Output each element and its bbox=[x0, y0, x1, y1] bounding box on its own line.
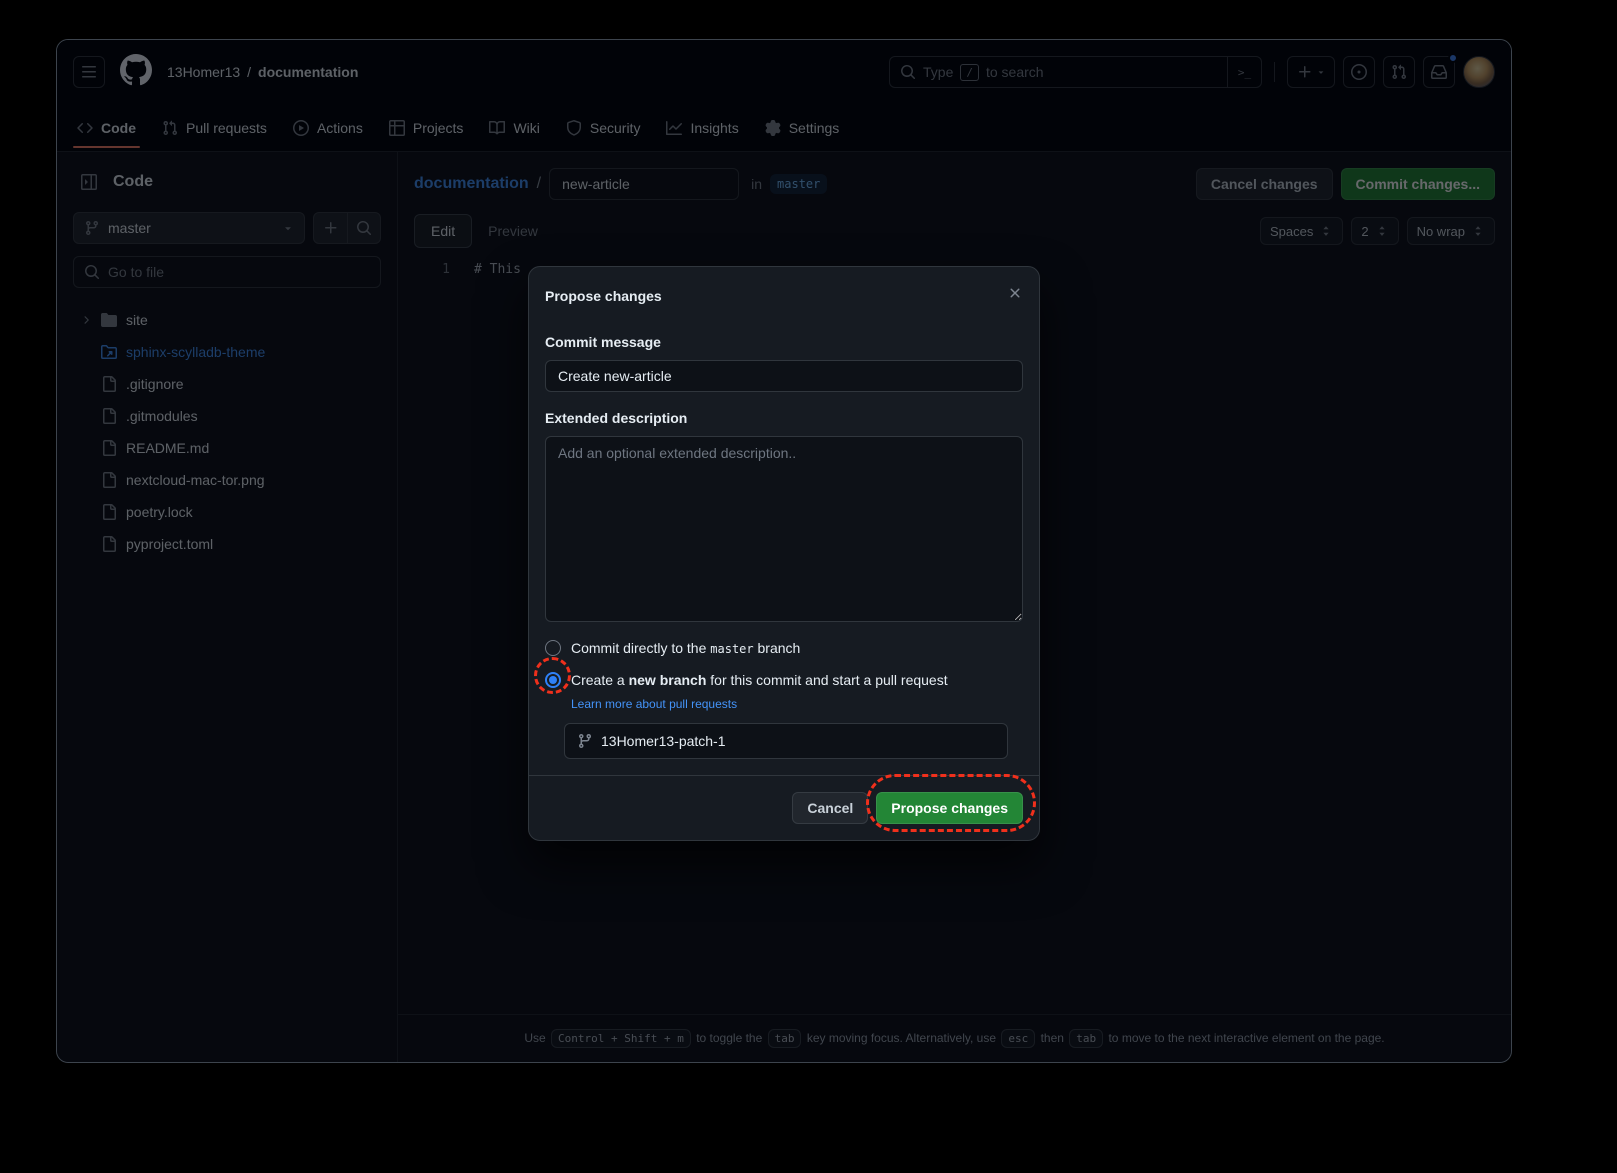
dialog-header: Propose changes bbox=[529, 267, 1039, 324]
commit-target-options: Commit directly to the master branch Cre… bbox=[545, 638, 1023, 759]
radio-commit-direct[interactable]: Commit directly to the master branch bbox=[545, 638, 1023, 660]
new-branch-name-field bbox=[564, 723, 1008, 759]
radio-checked-icon[interactable] bbox=[545, 672, 561, 688]
propose-changes-dialog: Propose changes Commit message Extended … bbox=[528, 266, 1040, 841]
cancel-button[interactable]: Cancel bbox=[792, 792, 868, 824]
git-branch-icon bbox=[577, 733, 593, 749]
commit-message-input[interactable] bbox=[545, 360, 1023, 392]
close-dialog-button[interactable] bbox=[999, 277, 1031, 309]
commit-message-label: Commit message bbox=[545, 332, 1023, 352]
radio-direct-label: Commit directly to the master branch bbox=[571, 638, 800, 660]
radio-unchecked-icon[interactable] bbox=[545, 640, 561, 656]
new-branch-name-input[interactable] bbox=[601, 733, 995, 749]
extended-description-label: Extended description bbox=[545, 408, 1023, 428]
close-icon bbox=[1007, 285, 1023, 301]
dialog-title: Propose changes bbox=[545, 286, 662, 307]
radio-branch-label: Create a new branch for this commit and … bbox=[571, 670, 948, 691]
propose-changes-button[interactable]: Propose changes bbox=[876, 792, 1023, 824]
github-window: 13Homer13 / documentation Type / to sear… bbox=[56, 39, 1512, 1063]
dialog-footer: Cancel Propose changes bbox=[529, 775, 1039, 840]
extended-description-textarea[interactable] bbox=[545, 436, 1023, 622]
learn-more-link[interactable]: Learn more about pull requests bbox=[571, 695, 737, 713]
radio-create-branch[interactable]: Create a new branch for this commit and … bbox=[545, 670, 1023, 691]
dialog-body: Commit message Extended description Comm… bbox=[529, 324, 1039, 775]
